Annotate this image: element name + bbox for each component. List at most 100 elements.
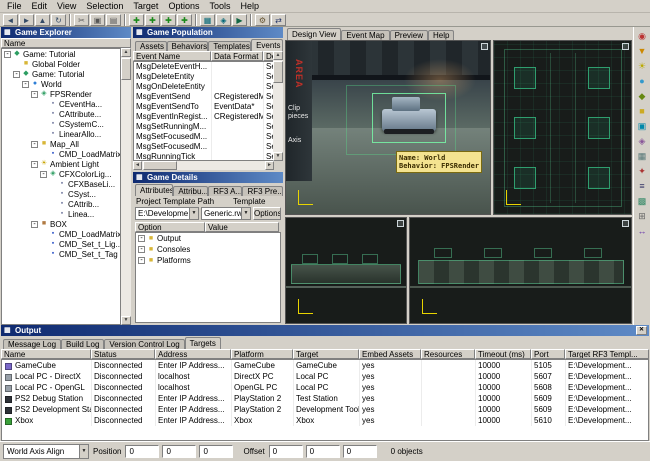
tab-behaviors[interactable]: Behaviors: [167, 41, 209, 51]
menu-view[interactable]: View: [52, 0, 81, 12]
table-row[interactable]: MsgEventSendCRegisteredMsgs*Se...: [134, 92, 273, 102]
output-titlebar[interactable]: Output: [1, 325, 649, 336]
viewport-side-view[interactable]: [409, 217, 632, 324]
column-header-status[interactable]: Status: [91, 349, 155, 359]
tab-build-log[interactable]: Build Log: [61, 339, 104, 349]
table-row[interactable]: MsgOnDeleteEntitySe...: [134, 82, 273, 92]
behavior-icon[interactable]: ◈: [635, 135, 649, 148]
dropdown-arrow-icon[interactable]: [79, 445, 88, 458]
tree-item-cfxcolorlig[interactable]: -◈CFXColorLig...: [2, 169, 120, 179]
expander-icon[interactable]: -: [31, 91, 38, 98]
add-event-icon[interactable]: ✚: [177, 14, 192, 26]
expander-icon[interactable]: -: [31, 161, 38, 168]
tree-item-game-tutorial[interactable]: -◆Game: Tutorial: [2, 49, 120, 59]
tree-item-cmd-loadmatrix[interactable]: ▪CMD_LoadMatrix: [2, 149, 120, 159]
template-icon[interactable]: ▣: [635, 120, 649, 133]
column-header-port[interactable]: Port: [531, 349, 565, 359]
offset-field-1[interactable]: 0: [306, 445, 340, 458]
menu-options[interactable]: Options: [163, 0, 204, 12]
column-header-address[interactable]: Address: [155, 349, 231, 359]
template-combobox[interactable]: Generic.rwt: [201, 207, 251, 220]
column-header-resources[interactable]: Resources: [421, 349, 475, 359]
project-template-path-combobox[interactable]: E:\Developme...: [135, 207, 199, 220]
cut-icon[interactable]: ✂: [74, 14, 89, 26]
scrollbar-thumb[interactable]: [273, 61, 283, 83]
tree-item-ceventha[interactable]: ▪CEventHa...: [2, 99, 120, 109]
camera-icon[interactable]: ◉: [635, 30, 649, 43]
grid-icon[interactable]: ▩: [635, 195, 649, 208]
tree-item-linearallo[interactable]: ▪LinearAllo...: [2, 129, 120, 139]
column-header-target-rf3-templ[interactable]: Target RF3 Templ...: [565, 349, 649, 359]
dropdown-arrow-icon[interactable]: [241, 208, 250, 219]
position-field-0[interactable]: 0: [125, 445, 159, 458]
view-maximize-icon[interactable]: [481, 43, 488, 50]
tab-preview[interactable]: Preview: [390, 30, 428, 40]
event-icon[interactable]: ✦: [635, 165, 649, 178]
paste-icon[interactable]: ▤: [106, 14, 121, 26]
tab-templates[interactable]: Templates: [208, 41, 251, 51]
tree-item-cmd-set-t-lig[interactable]: ▪CMD_Set_t_Lig...: [2, 239, 120, 249]
game-details-titlebar[interactable]: Game Details: [133, 172, 283, 183]
tree-item-csystemc[interactable]: ▪CSystemC...: [2, 119, 120, 129]
tree-item-fpsrender[interactable]: -◈FPSRender: [2, 89, 120, 99]
explorer-scrollbar[interactable]: [121, 48, 131, 325]
expander-icon[interactable]: -: [31, 221, 38, 228]
view-maximize-icon[interactable]: [397, 220, 404, 227]
connect-icon[interactable]: ⇄: [271, 14, 286, 26]
tab-help[interactable]: Help: [428, 30, 454, 40]
menu-selection[interactable]: Selection: [81, 0, 128, 12]
target-row-xbox[interactable]: XboxDisconnectedEnter IP Address...XboxX…: [2, 415, 648, 426]
expander-icon[interactable]: -: [31, 141, 38, 148]
scrollbar-thumb[interactable]: [121, 58, 131, 80]
tree-item-cattribute[interactable]: ▪CAttribute...: [2, 109, 120, 119]
tree-item-cattrib[interactable]: ▪CAttrib...: [2, 199, 120, 209]
scroll-left-icon[interactable]: [133, 161, 142, 170]
build-icon[interactable]: ⚙: [255, 14, 270, 26]
events-horizontal-scrollbar[interactable]: [133, 161, 274, 170]
snap-icon[interactable]: ⊞: [635, 210, 649, 223]
tab-version-control-log[interactable]: Version Control Log: [104, 339, 184, 349]
options-button[interactable]: Options: [253, 207, 281, 220]
target-row-local-pc-opengl[interactable]: Local PC - OpenGLDisconnectedlocalhostOp…: [2, 382, 648, 393]
tab-rf3-a[interactable]: RF3 A...: [208, 186, 242, 196]
tree-item-cmd-set-t-tag[interactable]: ▪CMD_Set_t_Tag: [2, 249, 120, 259]
table-row[interactable]: MsgEventSendToEventData*Se...: [134, 102, 273, 112]
table-row[interactable]: MsgEventInRegist...CRegisteredMsgs*Se...: [134, 112, 273, 122]
tab-design-view[interactable]: Design View: [287, 28, 341, 40]
position-field-1[interactable]: 0: [162, 445, 196, 458]
menu-tools[interactable]: Tools: [204, 0, 235, 12]
spotlight-icon[interactable]: ▼: [635, 45, 649, 58]
tab-attribu[interactable]: Attribu...: [173, 186, 208, 196]
tree-item-linea[interactable]: ▪Linea...: [2, 209, 120, 219]
tree-item-platforms[interactable]: -■Platforms: [136, 255, 280, 266]
tree-item-global-folder[interactable]: ■Global Folder: [2, 59, 120, 69]
world-icon[interactable]: ●: [635, 75, 649, 88]
position-field-2[interactable]: 0: [199, 445, 233, 458]
offset-field-2[interactable]: 0: [343, 445, 377, 458]
target-row-ps2-development-station[interactable]: PS2 Development StationDisconnectedEnter…: [2, 404, 648, 415]
column-header-timeout-ms[interactable]: Timeout (ms): [475, 349, 531, 359]
tree-item-ambient-light[interactable]: -☀Ambient Light: [2, 159, 120, 169]
tree-item-output[interactable]: -■Output: [136, 233, 280, 244]
tab-targets[interactable]: Targets: [185, 337, 221, 349]
scroll-down-icon[interactable]: [273, 152, 283, 161]
column-header-embed-assets[interactable]: Embed Assets: [359, 349, 421, 359]
game-explorer-titlebar[interactable]: Game Explorer: [1, 27, 131, 38]
add-behavior-icon[interactable]: ✚: [161, 14, 176, 26]
expander-icon[interactable]: -: [138, 246, 145, 253]
menu-target[interactable]: Target: [128, 0, 163, 12]
table-row[interactable]: MsgSetFocusedM...Se...: [134, 132, 273, 142]
tab-attributes[interactable]: Attributes: [135, 184, 173, 196]
close-icon[interactable]: [636, 326, 647, 335]
tab-events[interactable]: Events: [251, 39, 283, 51]
entity-icon[interactable]: ◆: [635, 90, 649, 103]
table-row[interactable]: MsgDeleteEntitySe...: [134, 72, 273, 82]
preview-icon[interactable]: ▶: [232, 14, 247, 26]
tree-item-box[interactable]: -■BOX: [2, 219, 120, 229]
tree-item-cfxbaseli[interactable]: ▪CFXBaseLi...: [2, 179, 120, 189]
column-header-event-name[interactable]: Event Name: [133, 51, 211, 61]
tree-item-world[interactable]: -●World: [2, 79, 120, 89]
table-row[interactable]: MsgDeleteEventH...Se...: [134, 62, 273, 72]
target-row-ps2-debug-station[interactable]: PS2 Debug StationDisconnectedEnter IP Ad…: [2, 393, 648, 404]
event-map-icon[interactable]: ◈: [216, 14, 231, 26]
